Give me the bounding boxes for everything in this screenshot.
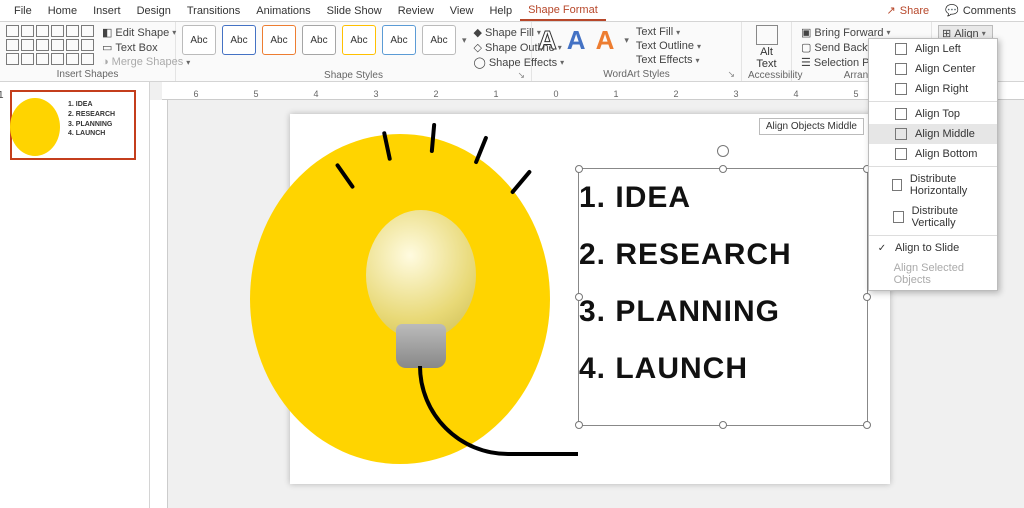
list-item: 3. PLANNING (579, 283, 867, 340)
slide-text-list[interactable]: 1. IDEA 2. RESEARCH 3. PLANNING 4. LAUNC… (579, 169, 867, 397)
wordart-preset[interactable]: A (596, 25, 615, 56)
distribute-v-icon (893, 211, 903, 223)
align-bottom-icon (895, 148, 907, 160)
alt-text-button[interactable]: Alt Text (750, 25, 784, 70)
style-preset[interactable]: Abc (182, 25, 216, 55)
merge-icon: ◑ (102, 56, 109, 68)
list-item: 4. LAUNCH (579, 340, 867, 397)
slide-thumbnail-pane[interactable]: 1 1. IDEA2. RESEARCH3. PLANNING4. LAUNCH (0, 82, 150, 508)
style-preset[interactable]: Abc (222, 25, 256, 55)
alt-text-icon (756, 25, 778, 45)
align-middle-icon (895, 128, 907, 140)
group-wordart: A A A ▾ Text Fill▾ Text Outline▾ Text Ef… (532, 22, 742, 81)
align-top-icon (895, 108, 907, 120)
distribute-vertically[interactable]: Distribute Vertically (869, 201, 997, 233)
gallery-more-icon[interactable]: ▾ (462, 35, 467, 46)
text-box-shape[interactable]: 1. IDEA 2. RESEARCH 3. PLANNING 4. LAUNC… (578, 168, 868, 426)
share-icon: ↗ (887, 4, 896, 17)
group-label-insert-shapes: Insert Shapes (6, 69, 169, 81)
gallery-more-icon[interactable]: ▾ (624, 35, 629, 46)
comments-button[interactable]: 💬Comments (937, 1, 1024, 20)
list-item: 2. RESEARCH (579, 226, 867, 283)
effects-icon: ◯ (474, 56, 486, 69)
shape-style-gallery[interactable]: Abc Abc Abc Abc Abc Abc Abc ▾ (182, 25, 467, 55)
slide-canvas[interactable]: 1. IDEA 2. RESEARCH 3. PLANNING 4. LAUNC… (290, 114, 890, 484)
group-insert-shapes: ◧Edit Shape▾ ▭Text Box ◑Merge Shapes▾ In… (0, 22, 176, 81)
thumbnail-text: 1. IDEA2. RESEARCH3. PLANNING4. LAUNCH (66, 92, 117, 158)
group-accessibility: Alt Text Accessibility (742, 22, 792, 81)
text-fill-button[interactable]: Text Fill▾ (633, 25, 704, 39)
style-preset[interactable]: Abc (262, 25, 296, 55)
tab-home[interactable]: Home (40, 2, 85, 20)
bring-forward-icon: ▣ (801, 26, 811, 39)
bucket-icon: ◆ (474, 26, 482, 39)
tab-animations[interactable]: Animations (248, 2, 318, 20)
tab-slideshow[interactable]: Slide Show (319, 2, 390, 20)
wordart-gallery[interactable]: A A A ▾ (538, 25, 629, 56)
group-label-wordart: WordArt Styles (603, 69, 670, 80)
align-right-icon (895, 83, 907, 95)
align-tooltip: Align Objects Middle (759, 118, 864, 135)
dialog-launcher-icon[interactable]: ↘ (517, 70, 525, 81)
tab-file[interactable]: File (6, 2, 40, 20)
text-effects-button[interactable]: Text Effects▾ (633, 53, 704, 67)
textbox-icon: ▭ (102, 41, 112, 54)
wordart-preset[interactable]: A (567, 25, 586, 56)
outline-icon: ◇ (474, 41, 482, 54)
lightbulb-image[interactable] (366, 210, 476, 340)
tab-view[interactable]: View (442, 2, 482, 20)
style-preset[interactable]: Abc (422, 25, 456, 55)
style-preset[interactable]: Abc (382, 25, 416, 55)
tab-help[interactable]: Help (481, 2, 520, 20)
group-label-shape-styles: Shape Styles (324, 70, 383, 81)
edit-shape-icon: ◧ (102, 26, 112, 39)
check-icon: ✓ (877, 243, 887, 254)
wordart-preset[interactable]: A (538, 25, 557, 56)
distribute-h-icon (892, 179, 901, 191)
align-left[interactable]: Align Left (869, 39, 997, 59)
tab-design[interactable]: Design (129, 2, 179, 20)
tab-shape-format[interactable]: Shape Format (520, 1, 606, 21)
selection-pane-icon: ☰ (801, 56, 811, 69)
vertical-ruler (150, 100, 168, 508)
distribute-horizontally[interactable]: Distribute Horizontally (869, 169, 997, 201)
align-bottom[interactable]: Align Bottom (869, 144, 997, 164)
align-right[interactable]: Align Right (869, 79, 997, 99)
align-top[interactable]: Align Top (869, 104, 997, 124)
group-shape-styles: Abc Abc Abc Abc Abc Abc Abc ▾ ◆Shape Fil… (176, 22, 532, 81)
style-preset[interactable]: Abc (342, 25, 376, 55)
group-label-accessibility: Accessibility (748, 70, 785, 82)
style-preset[interactable]: Abc (302, 25, 336, 55)
align-selected-objects: Align Selected Objects (869, 258, 997, 290)
tab-insert[interactable]: Insert (85, 2, 129, 20)
align-center-icon (895, 63, 907, 75)
text-outline-button[interactable]: Text Outline▾ (633, 39, 704, 53)
dialog-launcher-icon[interactable]: ↘ (727, 69, 735, 80)
align-left-icon (895, 43, 907, 55)
send-backward-icon: ▢ (801, 41, 811, 54)
align-center[interactable]: Align Center (869, 59, 997, 79)
shape-gallery[interactable] (6, 25, 95, 66)
comment-icon: 💬 (945, 4, 959, 17)
rotation-handle[interactable] (717, 145, 729, 157)
share-button[interactable]: ↗Share (879, 1, 938, 20)
list-item: 1. IDEA (579, 169, 867, 226)
align-middle[interactable]: Align Middle (869, 124, 997, 144)
tab-transitions[interactable]: Transitions (179, 2, 248, 20)
tab-review[interactable]: Review (390, 2, 442, 20)
align-menu: Align Left Align Center Align Right Alig… (868, 38, 998, 291)
ribbon-tabs: File Home Insert Design Transitions Anim… (0, 0, 1024, 22)
slide-thumbnail[interactable]: 1. IDEA2. RESEARCH3. PLANNING4. LAUNCH (10, 90, 136, 160)
slide-number: 1 (0, 90, 4, 101)
align-to-slide[interactable]: ✓Align to Slide (869, 238, 997, 258)
